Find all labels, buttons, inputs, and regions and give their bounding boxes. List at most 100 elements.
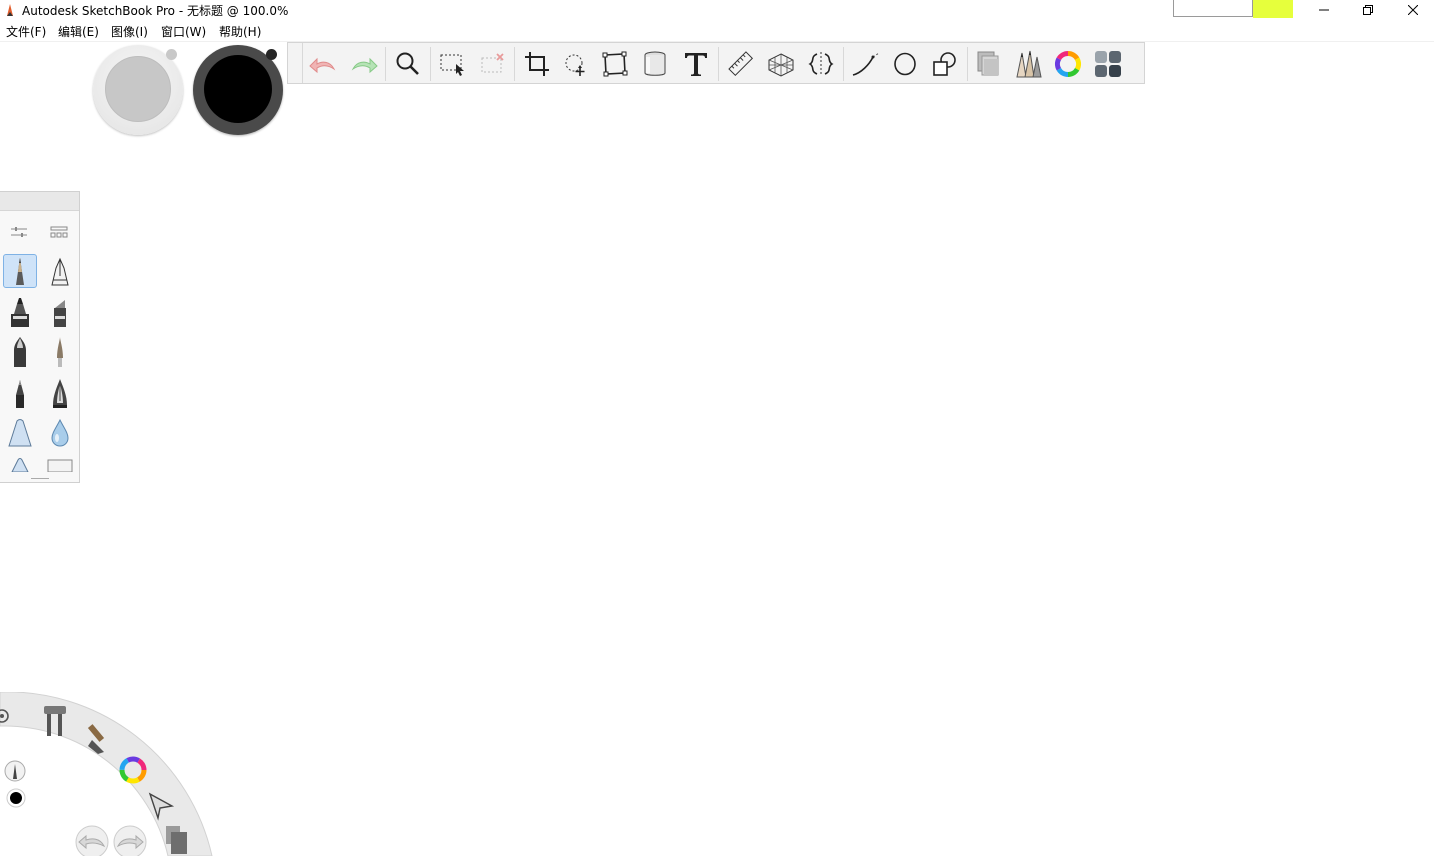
transform-button[interactable] xyxy=(559,47,593,81)
crop-icon xyxy=(525,52,549,76)
brush-properties-icon xyxy=(11,227,27,237)
toolbar-separator xyxy=(843,47,844,81)
water-drop-brush[interactable] xyxy=(43,416,77,450)
brush-preview-icon[interactable] xyxy=(4,760,26,782)
fill-button[interactable] xyxy=(638,47,672,81)
toolbar-separator xyxy=(718,47,719,81)
title-bar-highlight xyxy=(1253,0,1293,18)
distort-button[interactable] xyxy=(598,47,632,81)
airbrush-small-brush[interactable] xyxy=(3,454,37,472)
symmetry-button[interactable] xyxy=(804,47,838,81)
text-icon xyxy=(685,53,707,76)
text-button[interactable] xyxy=(679,47,713,81)
eraser-brush-icon xyxy=(47,459,73,472)
copic-library-button[interactable] xyxy=(1091,47,1125,81)
ellipse-button[interactable] xyxy=(888,47,922,81)
ballpoint-pen-brush-icon xyxy=(51,257,69,286)
shapes-icon xyxy=(933,52,956,76)
curve-icon xyxy=(852,52,880,76)
transform-icon xyxy=(565,54,585,76)
airbrush-brush-icon xyxy=(8,419,32,447)
distort-icon xyxy=(602,51,628,77)
redo-icon xyxy=(351,57,378,74)
zoom-icon xyxy=(396,52,419,75)
eraser-brush[interactable] xyxy=(43,454,77,472)
color-dot-icon[interactable] xyxy=(6,788,26,808)
crop-button[interactable] xyxy=(520,47,554,81)
felt-pen-brush-icon xyxy=(14,337,26,367)
redo-button[interactable] xyxy=(347,47,381,81)
zoom-button[interactable] xyxy=(391,47,425,81)
menu-edit[interactable]: 编辑(E) xyxy=(58,23,99,40)
minimize-button[interactable] xyxy=(1301,0,1347,20)
chisel-marker-brush[interactable] xyxy=(43,295,77,329)
clear-selection-button[interactable] xyxy=(476,47,510,81)
lagoon-menu xyxy=(0,692,213,856)
paint-brush-icon xyxy=(57,337,63,367)
ink-pen-brush-icon xyxy=(16,380,24,408)
brush-palette-grip[interactable] xyxy=(31,478,49,479)
toolbar-separator xyxy=(385,47,386,81)
minimize-icon xyxy=(1319,9,1329,11)
color-wheel-button[interactable] xyxy=(1051,47,1085,81)
close-icon xyxy=(1408,5,1418,15)
toolbar-separator xyxy=(430,47,431,81)
curve-button[interactable] xyxy=(849,47,883,81)
menu-file[interactable]: 文件(F) xyxy=(6,23,46,40)
airbrush-brush[interactable] xyxy=(3,416,37,450)
fountain-pen-brush-icon xyxy=(53,379,67,408)
undo-button[interactable] xyxy=(306,47,340,81)
undo-icon xyxy=(309,57,336,74)
water-drop-brush-icon xyxy=(51,418,69,447)
swap-dot xyxy=(166,49,177,60)
ruler-icon xyxy=(728,51,754,77)
close-button[interactable] xyxy=(1390,0,1434,20)
copic-library-icon xyxy=(1095,51,1121,77)
primary-color-fill xyxy=(204,55,272,123)
chisel-marker-brush-icon xyxy=(54,300,66,327)
color-wheel-icon xyxy=(1054,50,1082,78)
menu-help[interactable]: 帮助(H) xyxy=(219,23,261,40)
restore-button[interactable] xyxy=(1345,0,1391,20)
ellipse-icon xyxy=(894,52,916,76)
felt-pen-brush[interactable] xyxy=(3,335,37,369)
pencil-brush-icon xyxy=(16,258,24,285)
fountain-pen-brush[interactable] xyxy=(43,376,77,410)
pencil-app-icon xyxy=(7,4,13,16)
brush-library-button[interactable] xyxy=(47,220,71,244)
secondary-color-fill xyxy=(105,56,171,122)
paint-brush[interactable] xyxy=(43,335,77,369)
layers-icon xyxy=(977,51,999,76)
select-icon xyxy=(440,54,464,76)
perspective-button[interactable] xyxy=(764,47,798,81)
perspective-icon xyxy=(768,53,794,77)
ballpoint-pen-brush[interactable] xyxy=(43,254,77,288)
marker-brush-icon xyxy=(11,298,29,327)
brush-library-icon xyxy=(50,226,68,238)
main-toolbar xyxy=(287,42,1145,84)
menu-window[interactable]: 窗口(W) xyxy=(161,23,206,40)
select-button[interactable] xyxy=(436,47,470,81)
brush-properties-button[interactable] xyxy=(7,220,31,244)
symmetry-icon xyxy=(808,52,834,76)
ruler-button[interactable] xyxy=(724,47,758,81)
redo-icon[interactable] xyxy=(113,825,147,856)
swap-dot xyxy=(266,49,277,60)
pencil-brush[interactable] xyxy=(3,254,37,288)
secondary-color-puck[interactable] xyxy=(93,45,183,135)
primary-color-puck[interactable] xyxy=(193,45,283,135)
brush-palette-header[interactable] xyxy=(0,192,79,211)
ink-pen-brush[interactable] xyxy=(3,376,37,410)
menu-image[interactable]: 图像(I) xyxy=(111,23,148,40)
brushes-button[interactable] xyxy=(1011,47,1045,81)
clear-selection-icon xyxy=(481,53,504,73)
marker-brush[interactable] xyxy=(3,295,37,329)
window-title: Autodesk SketchBook Pro - 无标题 @ 100.0% xyxy=(22,4,289,18)
fill-icon xyxy=(644,51,666,76)
undo-icon[interactable] xyxy=(75,825,109,856)
layers-button[interactable] xyxy=(971,47,1005,81)
toolbar-grip[interactable] xyxy=(288,43,303,83)
toolbar-separator xyxy=(967,47,968,81)
menu-bar: 文件(F) 编辑(E) 图像(I) 窗口(W) 帮助(H) xyxy=(0,21,1434,42)
shapes-button[interactable] xyxy=(928,47,962,81)
